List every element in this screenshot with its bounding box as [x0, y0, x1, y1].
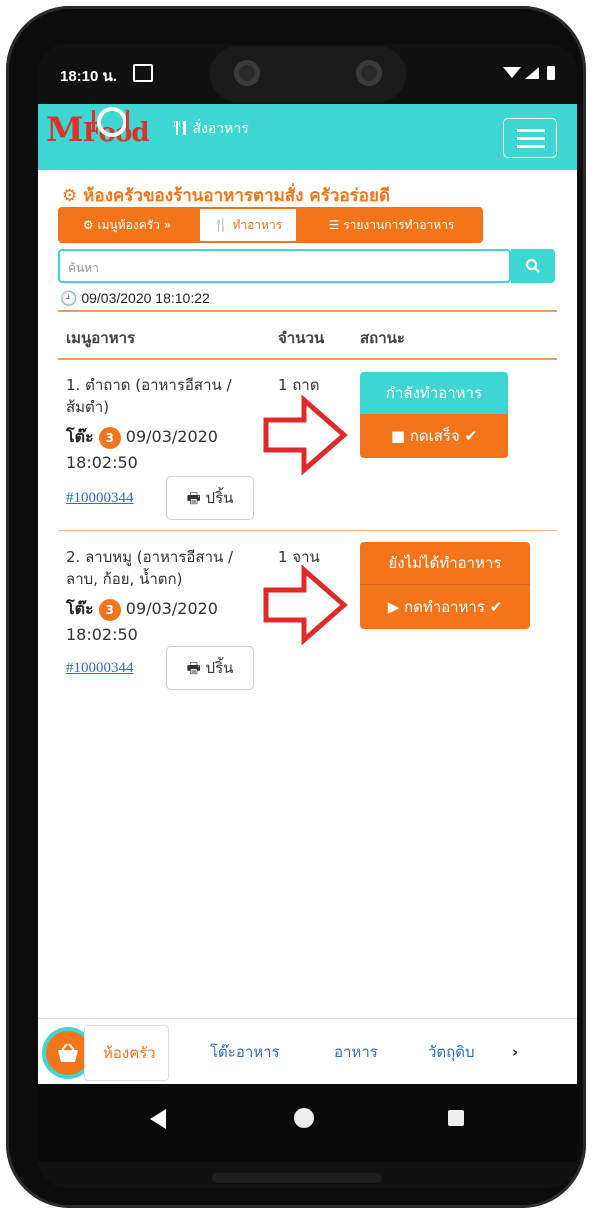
menu-name-line: 1. ตำถาด (อาหารอีสาน /	[66, 376, 232, 394]
tab-cooking-report-label: รายงานการทำอาหาร	[343, 218, 455, 232]
recent-apps-icon[interactable]	[448, 1110, 464, 1126]
list-icon: ☰	[328, 218, 340, 232]
status-time: 18:10 น.	[60, 68, 117, 85]
order-row-2-table: โต๊ะ 3 09/03/2020	[66, 598, 218, 621]
print-label: ปริ้น	[205, 489, 234, 507]
app-viewport: MFood สั่งอาหาร ⚙ ห้องครัวของร้านอาหารตา…	[38, 104, 577, 1085]
order-date: 09/03/2020	[125, 599, 218, 618]
order-status-box: ยังไม่ได้ทำอาหาร ▶ กดทำอาหาร ✔	[360, 542, 530, 629]
status-not-cooked: ยังไม่ได้ทำอาหาร	[360, 542, 530, 585]
col-header-menu: เมนูอาหาร	[66, 329, 136, 347]
front-camera-icon	[234, 60, 260, 86]
chevron-right-icon[interactable]: ›	[512, 1025, 518, 1079]
col-header-status: สถานะ	[360, 329, 405, 347]
front-camera-icon	[356, 60, 382, 86]
bottom-nav-tables[interactable]: โต๊ะอาหาร	[210, 1025, 280, 1079]
nav-order-label: สั่งอาหาร	[192, 121, 249, 137]
basket-glyph	[58, 1043, 78, 1062]
menu-toggle-button[interactable]	[503, 118, 557, 158]
divider	[58, 358, 557, 360]
status-cooking: กำลังทำอาหาร	[360, 372, 508, 414]
printer-icon: 🖶	[186, 489, 201, 507]
search-icon	[525, 258, 540, 273]
logo-m: M	[46, 110, 84, 150]
order-status-box: กำลังทำอาหาร ■ กดเสร็จ ✔	[360, 372, 508, 458]
print-label: ปริ้น	[205, 659, 234, 677]
done-button[interactable]: ■ กดเสร็จ ✔	[360, 414, 508, 458]
search-input[interactable]: ค้นหา	[58, 249, 511, 283]
plate-cutlery-icon	[92, 107, 129, 137]
order-row-1-menu: 1. ตำถาด (อาหารอีสาน / ส้มตำ)	[66, 374, 232, 418]
order-row-1-table: โต๊ะ 3 09/03/2020	[66, 426, 218, 449]
kitchen-tabs: ⚙ เมนูห้องครัว » 🍴 ทำอาหาร ☰ รายงานการทำ…	[58, 207, 483, 243]
bottom-nav-ingredients[interactable]: วัตถุดิบ	[428, 1025, 475, 1079]
table-label: โต๊ะ	[66, 599, 94, 618]
cutlery-icon	[174, 121, 186, 135]
current-datetime: 🕘 09/03/2020 18:10:22	[60, 290, 210, 307]
tab-kitchen-menu-label: เมนูห้องครัว »	[97, 218, 172, 232]
phone-frame: 18:10 น. MFood สั่งอาหาร ⚙ ห้องครัวของร้…	[6, 6, 586, 1208]
order-id-link[interactable]: #10000344	[66, 490, 134, 507]
play-icon: ▶	[387, 598, 400, 616]
start-cooking-label: กดทำอาหาร	[404, 598, 485, 616]
start-cooking-button[interactable]: ▶ กดทำอาหาร ✔	[360, 585, 530, 629]
menu-name-line: ส้มตำ)	[66, 398, 110, 416]
gallery-notification-icon	[133, 64, 153, 82]
red-arrow-icon	[263, 564, 348, 646]
menu-name-line: 2. ลาบหมู (อาหารอีสาน /	[66, 548, 234, 566]
bottom-nav-kitchen[interactable]: ห้องครัว	[84, 1025, 169, 1081]
printer-icon: 🖶	[186, 659, 201, 677]
table-label: โต๊ะ	[66, 427, 94, 446]
bottom-nav-food[interactable]: อาหาร	[334, 1025, 378, 1079]
print-button[interactable]: 🖶 ปริ้น	[166, 646, 254, 690]
order-row-2-menu: 2. ลาบหมู (อาหารอีสาน / ลาบ, ก้อย, น้ำตก…	[66, 546, 233, 590]
signal-battery-icon	[501, 64, 563, 86]
check-icon: ✔	[489, 598, 503, 616]
bottom-nav: ห้องครัว โต๊ะอาหาร อาหาร วัตถุดิบ ›	[38, 1018, 577, 1085]
app-header: MFood สั่งอาหาร	[38, 104, 577, 170]
android-nav-bar	[38, 1084, 577, 1162]
hamburger-line	[517, 129, 545, 132]
red-arrow-icon	[263, 394, 348, 476]
print-button[interactable]: 🖶 ปริ้น	[166, 476, 254, 520]
table-number-badge: 3	[98, 426, 121, 449]
order-date: 09/03/2020	[125, 427, 218, 446]
stop-square-icon: ■	[390, 427, 406, 445]
hamburger-line	[517, 145, 545, 148]
search-placeholder: ค้นหา	[68, 261, 99, 275]
tab-cooking[interactable]: 🍴 ทำอาหาร	[200, 209, 296, 241]
tab-kitchen-menu[interactable]: ⚙ เมนูห้องครัว »	[58, 207, 196, 243]
page-title: ⚙ ห้องครัวของร้านอาหารตามสั่ง ครัวอร่อยด…	[62, 182, 390, 209]
hamburger-line	[517, 137, 545, 140]
gear-icon: ⚙	[82, 218, 94, 232]
status-bar: 18:10 น.	[38, 44, 577, 104]
home-icon[interactable]	[294, 1108, 314, 1128]
back-icon[interactable]	[150, 1109, 166, 1129]
order-time: 18:02:50	[66, 625, 138, 644]
menu-name-line: ลาบ, ก้อย, น้ำตก)	[66, 570, 183, 588]
tab-cooking-report[interactable]: ☰ รายงานการทำอาหาร	[300, 207, 483, 243]
order-qty: 1 ถาด	[278, 376, 320, 394]
nav-order-link[interactable]: สั่งอาหาร	[174, 118, 249, 140]
table-number-badge: 3	[98, 598, 121, 621]
current-datetime-text: 09/03/2020 18:10:22	[81, 290, 210, 306]
divider	[58, 310, 557, 312]
check-icon: ✔	[464, 427, 478, 445]
mfood-logo[interactable]: MFood	[46, 107, 150, 150]
gear-icon: ⚙	[62, 186, 78, 206]
device-screen: 18:10 น. MFood สั่งอาหาร ⚙ ห้องครัวของร้…	[38, 44, 577, 1188]
search-button[interactable]	[511, 249, 555, 283]
speaker-grille	[212, 1173, 382, 1183]
clock-icon: 🕘	[60, 290, 78, 306]
camera-notch	[210, 46, 406, 102]
col-header-qty: จำนวน	[278, 329, 325, 347]
order-id-link[interactable]: #10000344	[66, 660, 134, 677]
tab-cooking-label: ทำอาหาร	[232, 218, 283, 232]
row-divider	[58, 530, 557, 531]
done-label: กดเสร็จ	[409, 427, 460, 445]
page-title-text: ห้องครัวของร้านอาหารตามสั่ง ครัวอร่อยดี	[83, 186, 390, 206]
cutlery-icon: 🍴	[213, 218, 229, 232]
order-time: 18:02:50	[66, 453, 138, 472]
